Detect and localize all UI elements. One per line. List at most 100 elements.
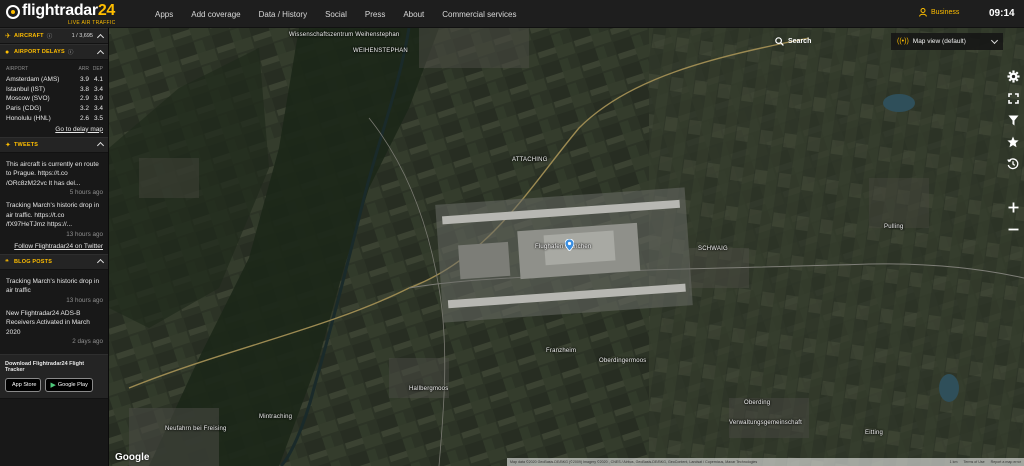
filter-button[interactable]: [1002, 109, 1024, 131]
delay-dep: 3.9: [93, 95, 103, 103]
table-row[interactable]: Honolulu (HNL) 2.6 3.5: [6, 114, 103, 124]
gear-icon: [1006, 69, 1020, 83]
follow-twitter-link[interactable]: Follow Flightradar24 on Twitter: [6, 243, 103, 250]
delay-airport: Paris (CDG): [6, 105, 42, 113]
chevron-up-icon[interactable]: [96, 258, 105, 267]
delay-dep: 3.4: [93, 85, 103, 93]
list-item[interactable]: This aircraft is currently en route to P…: [6, 160, 103, 197]
delay-airport: Istanbul (IST): [6, 85, 46, 93]
download-section: Download Flightradar24 Flight Tracker Ap…: [0, 354, 108, 400]
chevron-up-icon[interactable]: [96, 33, 105, 41]
map-tools: [1002, 65, 1024, 175]
chevron-up-icon[interactable]: [96, 49, 105, 57]
map-label: Eitting: [865, 430, 884, 436]
delay-airport: Honolulu (HNL): [6, 114, 51, 122]
map-view-label: Map view (default): [912, 38, 966, 45]
chevron-down-icon: [990, 36, 999, 44]
nav-about[interactable]: About: [403, 10, 424, 19]
history-clock-icon: [1007, 158, 1019, 170]
list-item[interactable]: Tracking March's historic drop in air tr…: [6, 277, 103, 304]
bookmarks-button[interactable]: [1002, 131, 1024, 153]
delay-airport: Moscow (SVO): [6, 95, 50, 103]
table-row[interactable]: Moscow (SVO) 2.9 3.9: [6, 94, 103, 104]
terms-link[interactable]: Terms of Use: [963, 460, 984, 464]
play-icon: ▶: [50, 382, 56, 390]
playback-button[interactable]: [1002, 153, 1024, 175]
map-canvas[interactable]: Wissenschaftszentrum Weihenstephan WEIHE…: [109, 28, 1024, 466]
table-row[interactable]: Istanbul (IST) 3.8 3.4: [6, 85, 103, 95]
nav-social[interactable]: Social: [325, 10, 347, 19]
info-icon[interactable]: ⓘ: [47, 32, 53, 40]
map-label: Franzheim: [546, 348, 577, 354]
google-play-button[interactable]: ▶ Google Play: [45, 378, 93, 393]
report-map-error-link[interactable]: Report a map error: [991, 460, 1021, 464]
chevron-up-icon[interactable]: [96, 141, 105, 150]
tweet-text: This aircraft is currently en route to P…: [6, 160, 99, 187]
aircraft-section-header[interactable]: ✈ AIRCRAFT ⓘ 1 / 3,695: [0, 28, 108, 44]
table-row[interactable]: Paris (CDG) 3.2 3.4: [6, 104, 103, 114]
utc-clock: 09:14: [989, 8, 1015, 19]
nav-apps[interactable]: Apps: [155, 10, 173, 19]
delay-map-link[interactable]: Go to delay map: [6, 126, 103, 133]
google-logo: Google: [115, 452, 150, 463]
logo[interactable]: flightradar24 LIVE AIR TRAFFIC: [6, 2, 115, 26]
blog-posts-body: Tracking March's historic drop in air tr…: [0, 270, 108, 355]
business-account-button[interactable]: Business: [919, 8, 959, 17]
zoom-in-button[interactable]: [1002, 196, 1024, 218]
logo-text: flightradar24: [22, 2, 115, 20]
logo-tagline: LIVE AIR TRAFFIC: [68, 20, 116, 26]
tweets-section-header[interactable]: ✦ TWEETS: [0, 136, 108, 153]
logo-radar-icon: [6, 5, 20, 19]
google-play-label: Google Play: [57, 382, 88, 389]
quote-icon: ❝: [5, 258, 9, 266]
delay-arr: 3.9: [79, 76, 89, 83]
logo-number: 24: [97, 2, 116, 19]
map-label: ATTACHING: [512, 157, 548, 163]
map-label: Pulling: [884, 224, 904, 230]
map-label: Wissenschaftszentrum Weihenstephan: [289, 32, 400, 38]
delay-arr: 2.6: [79, 114, 89, 122]
nav-press[interactable]: Press: [365, 10, 385, 19]
info-icon[interactable]: ⓘ: [68, 48, 74, 56]
app-store-button[interactable]: App Store: [5, 378, 42, 393]
fullscreen-button[interactable]: [1002, 87, 1024, 109]
delay-dep: 4.1: [93, 76, 103, 83]
zoom-out-button[interactable]: [1002, 218, 1024, 240]
map-view-dropdown[interactable]: ((•)) Map view (default): [891, 33, 1003, 50]
blog-posts-section-header[interactable]: ❝ BLOG POSTS: [0, 253, 108, 270]
aircraft-title: AIRCRAFT: [14, 33, 44, 39]
nav-commercial-services[interactable]: Commercial services: [442, 10, 516, 19]
map-label: Mintraching: [259, 414, 293, 420]
delay-dep: 3.4: [93, 105, 103, 113]
airport-delays-section-header[interactable]: ● AIRPORT DELAYS ⓘ: [0, 44, 108, 60]
table-row[interactable]: Amsterdam (AMS) 3.9 4.1: [6, 75, 103, 85]
airport-delays-title: AIRPORT DELAYS: [14, 49, 65, 55]
search-label: Search: [788, 38, 812, 45]
attribution-text: Map data ©2020 GeoBasis-DE/BKG (©2009) I…: [510, 460, 758, 464]
sidebar: ✈ AIRCRAFT ⓘ 1 / 3,695 ● AIRPORT DELAYS …: [0, 28, 109, 466]
business-label: Business: [931, 9, 960, 16]
nav-add-coverage[interactable]: Add coverage: [191, 10, 240, 19]
col-arr-header: ARR: [78, 66, 89, 72]
twitter-bird-icon: ✦: [5, 141, 11, 149]
user-icon: [919, 8, 927, 17]
airport-pin-icon[interactable]: [565, 239, 574, 251]
settings-button[interactable]: [1002, 65, 1024, 87]
aircraft-count: 1 / 3,695: [71, 33, 93, 39]
top-bar: flightradar24 LIVE AIR TRAFFIC Apps Add …: [0, 0, 1024, 28]
airport-delays-body: AIRPORT ARR DEP Amsterdam (AMS) 3.9 4.1 …: [0, 60, 108, 137]
tweet-time: 5 hours ago: [69, 189, 103, 197]
delay-arr: 3.8: [79, 85, 89, 93]
list-item[interactable]: New Flightradar24 ADS-B Receivers Activa…: [6, 309, 103, 346]
map-attribution: Map data ©2020 GeoBasis-DE/BKG (©2009) I…: [507, 458, 1024, 466]
tweet-time: 13 hours ago: [66, 230, 103, 238]
list-item[interactable]: Tracking March's historic drop in air tr…: [6, 201, 103, 238]
nav-data-history[interactable]: Data / History: [259, 10, 307, 19]
blog-posts-title: BLOG POSTS: [14, 258, 53, 265]
blog-post-title: New Flightradar24 ADS-B Receivers Activa…: [6, 309, 90, 336]
map-label: Hallbergmoos: [409, 386, 449, 392]
filter-icon: [1008, 115, 1018, 125]
blog-post-time: 13 hours ago: [66, 296, 103, 304]
search-button[interactable]: Search: [775, 37, 811, 46]
minus-icon: [1008, 228, 1018, 230]
